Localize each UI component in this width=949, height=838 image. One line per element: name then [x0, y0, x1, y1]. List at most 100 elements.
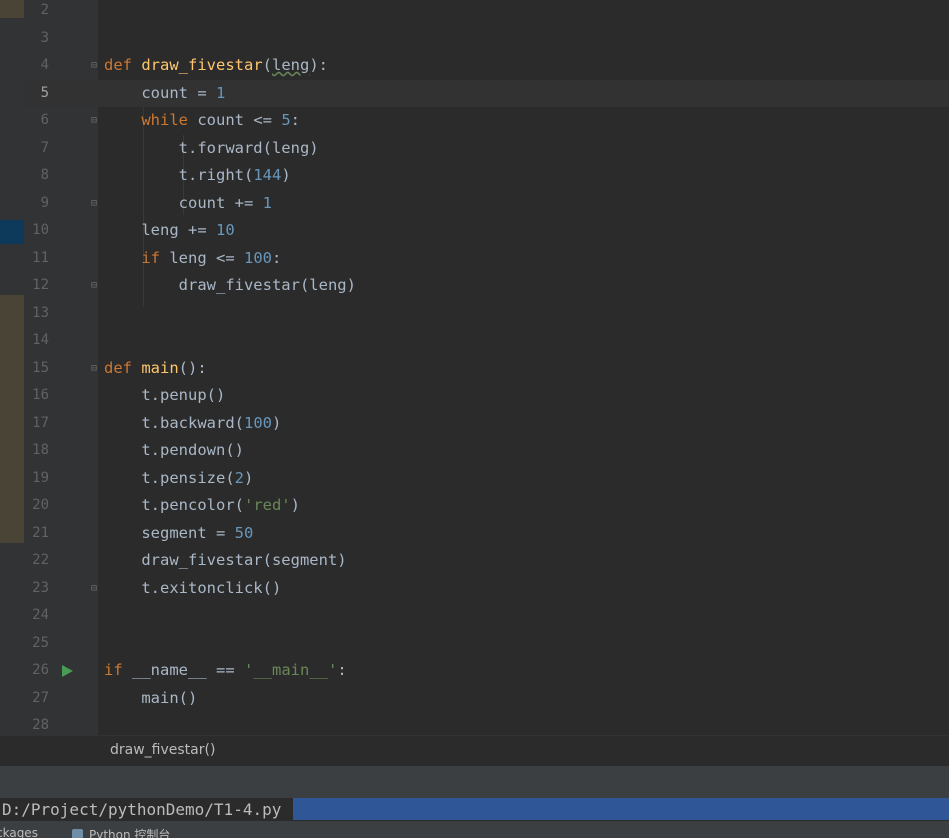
function-name: draw_fivestar — [141, 56, 263, 74]
code-segment: t.right( — [104, 166, 254, 184]
code-line: 16 t.penup() — [24, 382, 949, 410]
code-text: while count <= 5: — [104, 107, 300, 135]
code-line: 24 — [24, 602, 949, 630]
code-text: if leng <= 100: — [104, 245, 281, 273]
code-line: 23 ⊟ t.exitonclick() — [24, 575, 949, 603]
line-number: 7 — [40, 139, 49, 156]
code-line: 8 t.right(144) — [24, 162, 949, 190]
code-text: draw_fivestar(leng) — [104, 272, 356, 300]
code-lines: 2 3 4 ⊟ def draw_fivestar(leng): 5 count… — [24, 0, 949, 740]
number-literal: 1 — [262, 193, 272, 212]
line-number: 11 — [32, 249, 49, 266]
tool-window-strip — [0, 0, 24, 765]
tab-packages[interactable]: ckages — [0, 826, 38, 838]
code-segment: t.forward(leng) — [104, 138, 319, 157]
terminal-output: D:/Project/pythonDemo/T1-4.py — [0, 798, 949, 821]
line-number: 21 — [32, 524, 49, 541]
code-segment: t.backward( — [104, 413, 244, 432]
bottom-tool-bar: ckages Python 控制台 — [0, 821, 949, 838]
code-line: 12 ⊟ draw_fivestar(leng) — [24, 272, 949, 300]
number-literal: 100 — [243, 413, 272, 432]
code-text: t.penup() — [104, 382, 225, 410]
code-text: if __name__ == '__main__': — [104, 657, 347, 685]
code-text: def main(): — [104, 355, 207, 383]
code-segment: t.pencolor( — [104, 496, 244, 514]
line-number: 24 — [32, 607, 49, 623]
code-text: t.pencolor('red') — [104, 492, 300, 520]
code-text: count += 1 — [104, 190, 272, 218]
tool-window-header — [0, 765, 949, 799]
breadcrumb-item[interactable]: draw_fivestar() — [110, 742, 215, 758]
line-number: 14 — [32, 332, 49, 348]
fold-end-icon[interactable]: ⊟ — [91, 280, 100, 291]
code-segment: ) — [244, 468, 254, 487]
line-number: 26 — [32, 662, 49, 678]
line-number: 16 — [32, 387, 49, 403]
breadcrumb-bar: draw_fivestar() — [0, 735, 949, 766]
code-text: leng += 10 — [104, 217, 234, 245]
code-segment: count += — [104, 193, 263, 212]
line-number: 17 — [32, 414, 49, 431]
code-line: 27 main() — [24, 685, 949, 713]
code-line: 26 if __name__ == '__main__': — [24, 657, 949, 685]
code-segment: ) — [290, 496, 300, 514]
code-line: 20 t.pencolor('red') — [24, 492, 949, 520]
code-line: 2 — [24, 0, 949, 25]
code-text: t.pensize(2) — [104, 465, 253, 493]
keyword-def: def — [104, 358, 132, 377]
tab-python-console[interactable]: Python 控制台 — [72, 826, 170, 838]
file-path[interactable]: D:/Project/pythonDemo/T1-4.py — [2, 800, 281, 819]
code-segment: ) — [271, 413, 282, 432]
python-icon — [72, 829, 83, 838]
code-segment: count <= — [188, 111, 282, 129]
code-line: 18 t.pendown() — [24, 437, 949, 465]
fold-marker-icon[interactable]: ⊟ — [91, 115, 100, 126]
line-number: 5 — [40, 84, 49, 101]
fold-marker-icon[interactable]: ⊟ — [91, 363, 100, 374]
code-segment: : — [337, 661, 347, 679]
code-segment: t.pensize( — [104, 468, 235, 487]
line-number: 10 — [32, 222, 49, 238]
code-text: def draw_fivestar(leng): — [104, 52, 328, 80]
text-selection — [293, 798, 949, 820]
code-segment: count = — [104, 83, 216, 102]
code-text: t.forward(leng) — [104, 135, 319, 163]
tab-label: Python 控制台 — [89, 828, 171, 838]
fold-end-icon[interactable]: ⊟ — [91, 198, 100, 209]
run-triangle-icon[interactable] — [62, 665, 73, 677]
line-number: 13 — [32, 304, 49, 321]
parameter-name: leng — [272, 56, 310, 74]
line-number: 4 — [40, 57, 49, 73]
code-line: 3 — [24, 25, 949, 53]
line-number: 15 — [32, 359, 49, 376]
code-line: 13 — [24, 300, 949, 328]
code-paren: ): — [309, 56, 329, 74]
code-line: 6 ⊟ while count <= 5: — [24, 107, 949, 135]
code-text: t.right(144) — [104, 162, 291, 190]
code-segment: segment = — [104, 523, 235, 542]
keyword-if: if — [104, 661, 123, 679]
fold-end-icon[interactable]: ⊟ — [91, 583, 100, 594]
code-line: 10 leng += 10 — [24, 217, 949, 245]
number-literal: 1 — [215, 83, 226, 102]
code-line: 21 segment = 50 — [24, 520, 949, 548]
current-code-line: 5 count = 1 — [24, 79, 949, 107]
line-number: 8 — [40, 167, 49, 183]
fold-marker-icon[interactable]: ⊟ — [91, 60, 100, 71]
code-segment: leng <= — [160, 248, 244, 267]
code-segment: ) — [281, 166, 291, 184]
line-number: 3 — [40, 29, 49, 46]
code-segment: : — [290, 111, 301, 129]
code-paren: ( — [262, 56, 273, 74]
line-number: 27 — [32, 689, 49, 706]
code-line: 14 — [24, 327, 949, 355]
strip-mark-2 — [0, 220, 24, 244]
code-text: segment = 50 — [104, 520, 253, 548]
code-segment: draw_fivestar(leng) — [104, 276, 356, 294]
keyword-def: def — [104, 56, 132, 74]
code-segment: leng += — [104, 221, 216, 239]
code-line: 25 — [24, 630, 949, 658]
